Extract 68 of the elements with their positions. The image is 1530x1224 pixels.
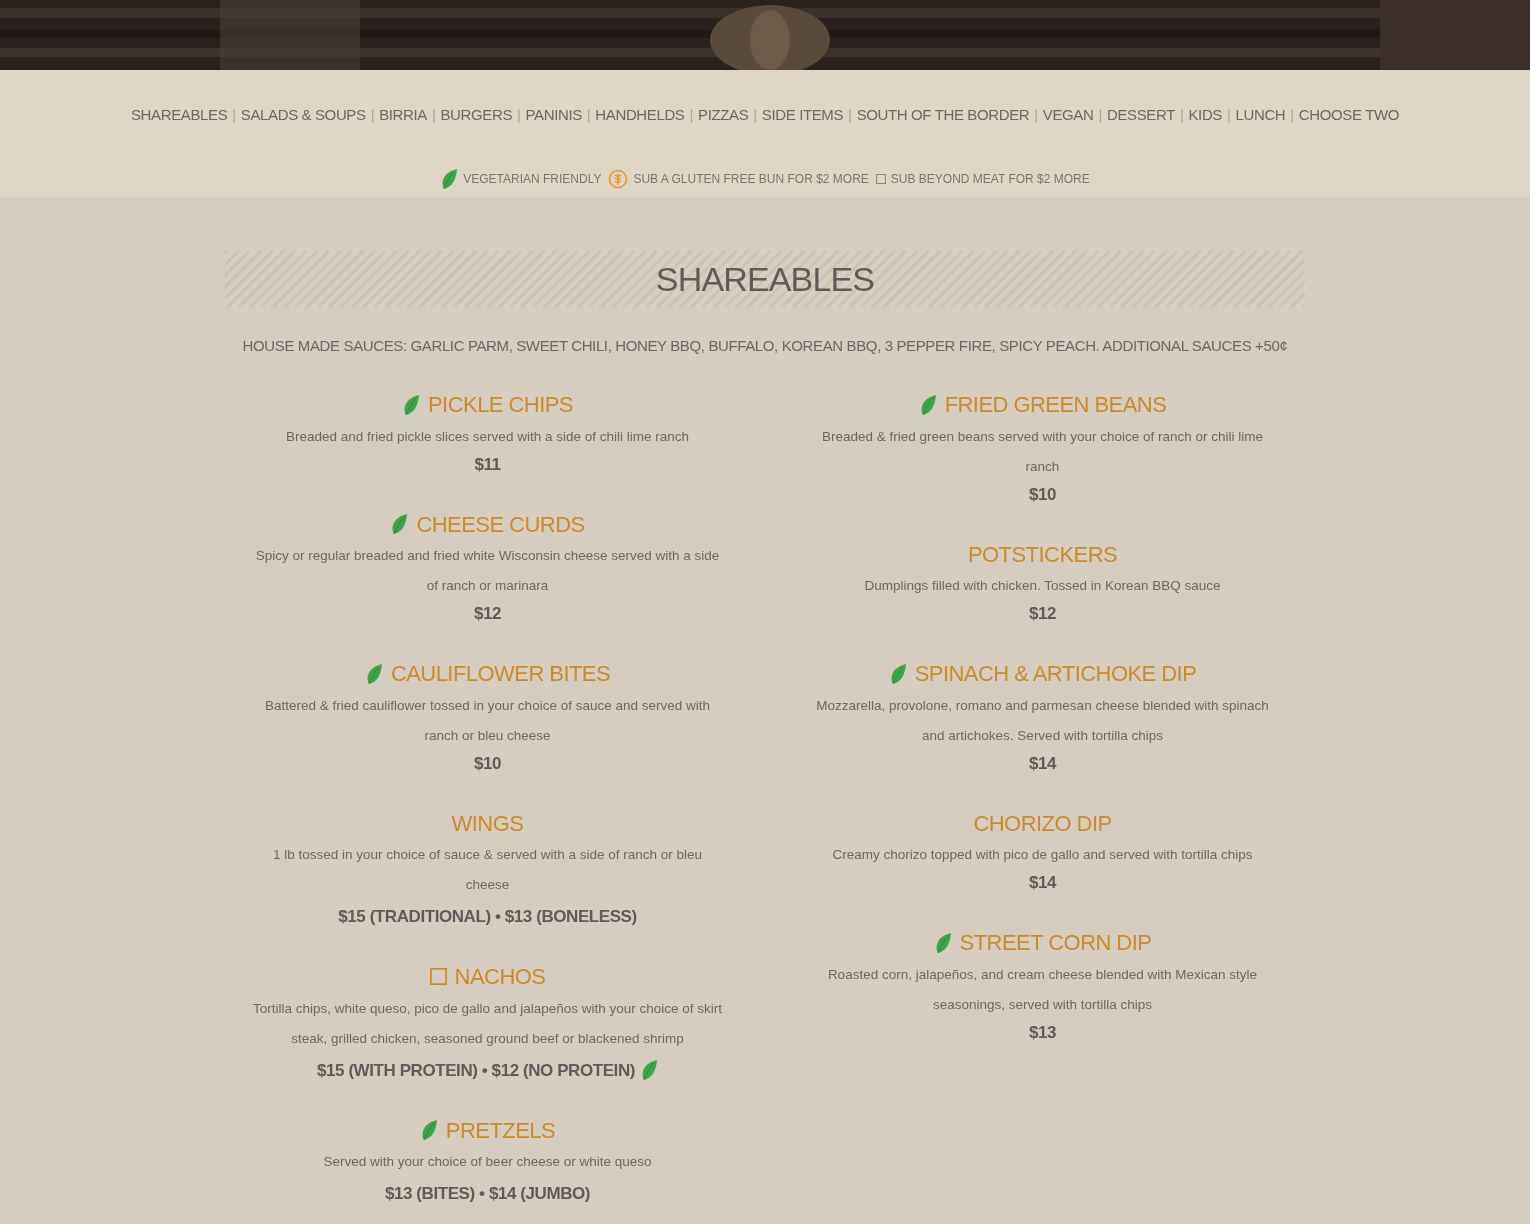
item-description: Dumplings filled with chicken. Tossed in Korean BBQ sauce — [864, 577, 1221, 595]
separator: | — [1179, 105, 1184, 125]
sauce-note: HOUSE MADE SAUCES: GARLIC PARM, SWEET CHILI, HONEY BBQ, BUFFALO, KOREAN BBQ, 3 PEPPER FIRE, SPICY PEACH. ADDITIONAL SAUCES +50¢ — [242, 336, 1288, 356]
item-description: Breaded & fried green beans served with your choice of ranch or chili lime ranch — [820, 427, 1265, 476]
wheat-icon — [608, 168, 629, 189]
item-name: CHORIZO DIP — [973, 809, 1112, 838]
item-price: $13 (BITES) • $14 (JUMBO) — [384, 1183, 590, 1205]
item-name: FRIED GREEN BEANS — [944, 391, 1167, 419]
nav-link[interactable]: SOUTH OF THE BORDER — [856, 104, 1030, 127]
legend-text: SUB A GLUTEN FREE BUN FOR $2 MORE — [633, 170, 869, 188]
legend-text: VEGETARIAN FRIENDLY — [463, 170, 602, 188]
item-description: Battered & fried cauliflower tossed in your choice of sauce and served with ranch or bleu cheese — [264, 696, 711, 745]
nav-link[interactable]: SALADS & SOUPS — [240, 104, 366, 127]
item-description: Served with your choice of beer cheese or white queso — [323, 1153, 652, 1171]
nav-link[interactable]: VEGAN — [1042, 104, 1094, 127]
nav-link[interactable]: PANINIS — [525, 104, 582, 127]
item-name: CHEESE CURDS — [416, 510, 585, 539]
leaf-icon — [440, 167, 459, 190]
item-price: $10 — [1028, 483, 1057, 506]
nav-link[interactable]: PIZZAS — [698, 104, 749, 127]
item-description: Roasted corn, jalapeños, and cream cheese blended with Mexican style seasonings, served with tortilla chips — [826, 965, 1259, 1014]
separator: | — [1098, 105, 1102, 125]
separator: | — [586, 105, 591, 125]
item-name: SPINACH & ARTICHOKE DIP — [914, 660, 1197, 688]
nav-link[interactable]: LUNCH — [1235, 104, 1286, 127]
item-price: $13 — [1028, 1021, 1057, 1044]
item-price: $12 — [1028, 603, 1057, 625]
separator: | — [517, 105, 521, 125]
separator: | — [848, 105, 852, 125]
legend-text: SUB BEYOND MEAT FOR $2 MORE — [890, 170, 1090, 188]
separator: | — [232, 105, 236, 125]
section-title: SHAREABLES — [655, 258, 875, 300]
square-icon — [875, 173, 886, 184]
item-price: $14 — [1028, 872, 1057, 894]
nav-link[interactable]: SIDE ITEMS — [761, 104, 844, 127]
item-name: WINGS — [451, 809, 524, 838]
nav-link[interactable]: KIDS — [1188, 104, 1222, 127]
item-description: Mozzarella, provolone, romano and parmesan cheese blended with spinach and artichokes. Served with tortilla chips — [815, 696, 1270, 745]
separator: | — [1034, 105, 1038, 125]
item-price: $14 — [1028, 752, 1057, 775]
item-name: POTSTICKERS — [967, 540, 1118, 569]
item-price: $10 — [473, 752, 502, 775]
item-price: $15 (TRADITIONAL) • $13 (BONELESS) — [338, 906, 637, 928]
item-description: Spicy or regular breaded and fried white Wisconsin cheese served with a side of ranch or marinara — [254, 547, 721, 595]
item-name: CAULIFLOWER BITES — [390, 660, 611, 688]
item-description: Tortilla chips, white queso, pico de gallo and jalapeños with your choice of skirt steak, grilled chicken, seasoned ground beef or blackened shrimp — [252, 999, 723, 1048]
separator: | — [431, 105, 436, 125]
nav-link[interactable]: BIRRIA — [379, 104, 427, 127]
nav-link[interactable]: DESSERT — [1106, 104, 1175, 127]
item-name: NACHOS — [454, 963, 546, 991]
nav-link[interactable]: CHOOSE TWO — [1298, 104, 1399, 127]
item-description: Creamy chorizo topped with pico de gallo and served with tortilla chips — [832, 846, 1253, 864]
item-name: PICKLE CHIPS — [428, 391, 573, 419]
nav-link[interactable]: SHAREABLES — [131, 104, 228, 127]
item-description: Breaded and fried pickle slices served with a side of chili lime ranch — [286, 427, 689, 446]
item-price: $11 — [474, 453, 501, 476]
separator: | — [753, 105, 757, 125]
nav-link[interactable]: HANDHELDS — [595, 104, 685, 127]
separator: | — [370, 105, 375, 125]
item-description: 1 lb tossed in your choice of sauce & served with a side of ranch or bleu cheese — [271, 846, 704, 894]
item-price: $12 — [473, 603, 502, 625]
separator: | — [1290, 105, 1294, 125]
item-price: $15 (WITH PROTEIN) • $12 (NO PROTEIN) — [317, 1059, 635, 1082]
item-name: PRETZELS — [445, 1116, 556, 1145]
nav-link[interactable]: BURGERS — [440, 104, 512, 127]
item-name: STREET CORN DIP — [959, 929, 1152, 957]
separator: | — [689, 105, 694, 125]
separator: | — [1226, 105, 1231, 125]
